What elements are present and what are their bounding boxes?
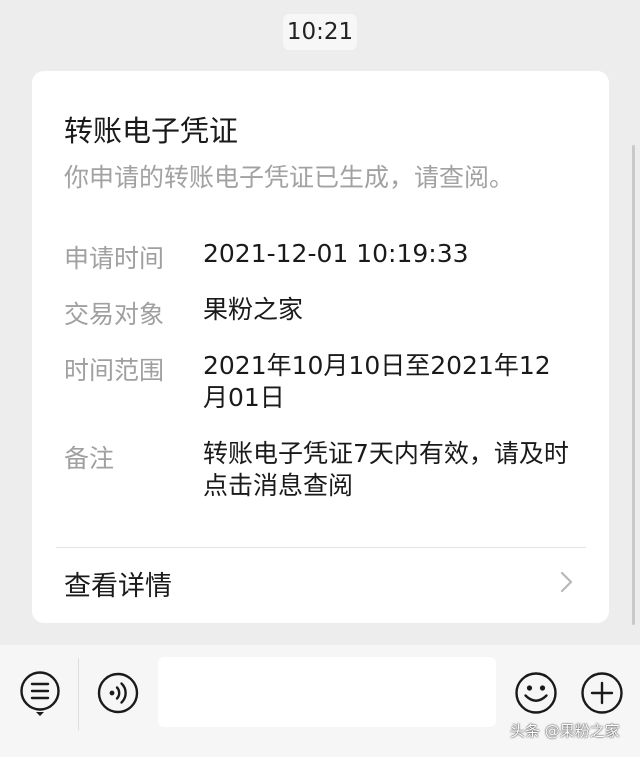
voice-icon[interactable] (96, 671, 140, 715)
card-divider (56, 547, 586, 548)
emoji-icon[interactable] (514, 671, 558, 715)
row-value-counterparty: 果粉之家 (203, 295, 304, 324)
transfer-voucher-card[interactable]: 转账电子凭证 你申请的转账电子凭证已生成，请查阅。 申请时间 2021-12-0… (32, 71, 609, 623)
chevron-right-icon[interactable] (558, 570, 576, 594)
row-value-remark: 转账电子凭证7天内有效，请及时点击消息查阅 (203, 439, 569, 500)
row-value-apply-time: 2021-12-01 10:19:33 (203, 239, 469, 268)
card-title: 转账电子凭证 (64, 114, 239, 148)
row-label-time-range: 时间范围 (64, 356, 165, 385)
message-timestamp: 10:21 (283, 14, 357, 50)
bar-divider (78, 658, 79, 730)
view-details-link[interactable]: 查看详情 (64, 564, 172, 603)
row-label-apply-time: 申请时间 (64, 244, 165, 273)
menu-list-icon[interactable] (18, 669, 62, 717)
message-input[interactable] (158, 657, 496, 727)
scrollbar[interactable] (632, 145, 635, 625)
card-subtitle: 你申请的转账电子凭证已生成，请查阅。 (64, 163, 515, 192)
row-label-remark: 备注 (64, 444, 115, 473)
row-label-counterparty: 交易对象 (64, 300, 165, 329)
watermark: 头条 @果粉之家 (510, 722, 620, 740)
row-value-time-range: 2021年10月10日至2021年12月01日 (203, 351, 551, 412)
plus-icon[interactable] (580, 671, 624, 715)
